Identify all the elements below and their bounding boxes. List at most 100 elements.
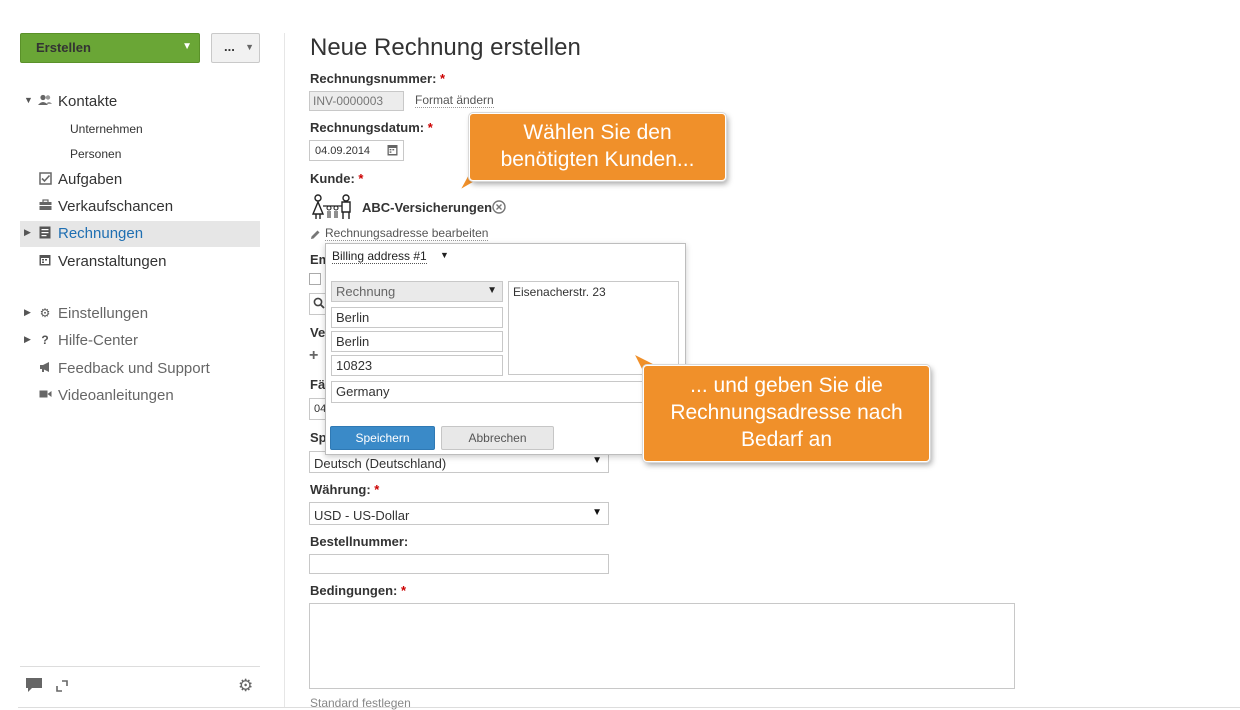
- sidebar-item-video-tutorials[interactable]: Videoanleitungen: [20, 383, 260, 409]
- customer-name[interactable]: ABC-Versicherungen: [362, 200, 492, 215]
- address-type-select[interactable]: Rechnung ▼: [331, 281, 503, 302]
- create-button-label: Erstellen: [36, 40, 91, 55]
- callout-billing-address: ... und geben Sie die Rechnungsadresse n…: [643, 365, 930, 462]
- invoice-icon: [38, 226, 52, 240]
- sidebar-item-label: Einstellungen: [58, 305, 149, 322]
- expanded-arrow-icon[interactable]: ▼: [24, 95, 33, 105]
- megaphone-icon: [38, 361, 52, 375]
- collapsed-arrow-icon[interactable]: ▶: [24, 307, 31, 318]
- billing-address-selector[interactable]: Billing address #1: [332, 249, 427, 264]
- sidebar-item-companies[interactable]: Unternehmen: [20, 116, 260, 142]
- address-type-value: Rechnung: [336, 284, 396, 299]
- search-icon: [313, 297, 325, 312]
- gear-icon[interactable]: ⚙: [238, 676, 253, 696]
- video-camera-icon: [38, 388, 52, 402]
- contacts-icon: [38, 94, 52, 108]
- sidebar-item-label: Feedback und Support: [58, 360, 210, 377]
- dropdown-arrow-icon: ▼: [487, 285, 497, 296]
- invoice-date-label: Rechnungsdatum: *: [310, 120, 433, 135]
- sidebar-item-tasks[interactable]: Aufgaben: [20, 167, 260, 193]
- order-number-field[interactable]: [309, 554, 609, 574]
- chevron-down-icon: ▼: [245, 42, 254, 52]
- dropdown-arrow-icon: ▼: [592, 455, 602, 466]
- sidebar-item-feedback[interactable]: Feedback und Support: [20, 356, 260, 382]
- required-mark: *: [374, 482, 380, 497]
- terms-textarea[interactable]: [309, 603, 1015, 689]
- invoice-number-field[interactable]: INV-0000003: [309, 91, 404, 111]
- callout-line: Bedarf an: [740, 428, 833, 451]
- calendar-icon[interactable]: [387, 144, 398, 159]
- city-field[interactable]: Berlin: [331, 307, 503, 328]
- billing-address-popup: Billing address #1 ▼ Rechnung ▼ Eisenach…: [325, 243, 686, 455]
- chevron-down-icon: ▼: [182, 41, 192, 52]
- remove-customer-icon[interactable]: [492, 200, 506, 217]
- sidebar-item-label: Rechnungen: [58, 225, 144, 242]
- customer-label-text: Kunde:: [310, 171, 355, 186]
- create-button[interactable]: Erstellen ▼: [20, 33, 200, 63]
- checkbox-icon: [38, 172, 52, 186]
- change-format-link[interactable]: Format ändern: [415, 93, 494, 108]
- sidebar-footer-divider: [20, 666, 260, 667]
- country-field[interactable]: Germany: [331, 381, 679, 403]
- collapsed-arrow-icon[interactable]: ▶: [24, 334, 31, 345]
- sidebar-divider: [284, 33, 285, 708]
- callout-select-customer: Wählen Sie den benötigten Kunden...: [469, 113, 726, 181]
- callout-line: ... und geben Sie die: [690, 374, 883, 397]
- pencil-icon: [310, 228, 321, 243]
- language-select-value: Deutsch (Deutschland): [314, 456, 447, 471]
- order-number-label: Bestellnummer:: [310, 534, 409, 549]
- required-mark: *: [440, 71, 446, 86]
- terms-label-text: Bedingungen:: [310, 583, 398, 598]
- chat-icon[interactable]: [26, 678, 42, 697]
- page-title: Neue Rechnung erstellen: [310, 34, 581, 61]
- invoice-date-label-text: Rechnungsdatum:: [310, 120, 425, 135]
- sidebar-item-label: Videoanleitungen: [58, 387, 174, 404]
- edit-billing-address-link[interactable]: Rechnungsadresse bearbeiten: [325, 226, 489, 241]
- cancel-button[interactable]: Abbrechen: [441, 426, 554, 450]
- calendar-icon: [38, 254, 52, 268]
- gear-icon: ⚙: [39, 306, 51, 320]
- currency-select[interactable]: USD - US-Dollar ▼: [309, 502, 609, 525]
- more-actions-button[interactable]: ... ▼: [211, 33, 260, 63]
- collapsed-arrow-icon[interactable]: ▶: [24, 227, 31, 238]
- callout-line: Rechnungsadresse nach: [670, 401, 903, 424]
- sidebar-item-invoices[interactable]: ▶ Rechnungen: [20, 221, 260, 247]
- invoice-date-value: 04.09.2014: [315, 145, 371, 157]
- sidebar-item-label: Veranstaltungen: [58, 253, 167, 270]
- sidebar-item-contacts[interactable]: ▼ Kontakte: [20, 89, 260, 115]
- dropdown-arrow-icon: ▼: [592, 507, 602, 518]
- required-mark: *: [401, 583, 407, 598]
- sidebar-item-opportunities[interactable]: Verkaufschancen: [20, 194, 260, 220]
- contract-label-partial: Ve: [310, 325, 326, 340]
- currency-select-value: USD - US-Dollar: [314, 508, 410, 523]
- sidebar-item-help-center[interactable]: ▶ ? Hilfe-Center: [20, 328, 260, 354]
- currency-label-text: Währung:: [310, 482, 371, 497]
- sidebar-item-settings[interactable]: ▶ ⚙ Einstellungen: [20, 301, 260, 327]
- briefcase-icon: [38, 199, 52, 213]
- sidebar-item-label: Unternehmen: [70, 122, 143, 136]
- zip-field[interactable]: 10823: [331, 355, 503, 376]
- required-mark: *: [358, 171, 364, 186]
- expand-icon[interactable]: [56, 679, 68, 696]
- sidebar-item-label: Aufgaben: [58, 171, 123, 188]
- required-mark: *: [427, 120, 433, 135]
- question-icon: ?: [41, 333, 49, 347]
- more-actions-label: ...: [224, 39, 235, 54]
- sidebar-item-persons[interactable]: Personen: [20, 141, 260, 167]
- company-icon: [311, 194, 354, 223]
- sidebar-item-label: Kontakte: [58, 93, 118, 110]
- sidebar-item-label: Personen: [70, 147, 122, 161]
- invoice-number-label: Rechnungsnummer: *: [310, 71, 445, 86]
- chevron-down-icon[interactable]: ▼: [440, 250, 449, 260]
- sidebar-item-label: Hilfe-Center: [58, 332, 139, 349]
- state-field[interactable]: Berlin: [331, 331, 503, 352]
- plus-icon[interactable]: +: [309, 347, 318, 365]
- invoice-date-field[interactable]: 04.09.2014: [309, 140, 404, 161]
- sidebar-item-label: Verkaufschancen: [58, 198, 174, 215]
- terms-label: Bedingungen: *: [310, 583, 406, 598]
- save-button[interactable]: Speichern: [330, 426, 435, 450]
- customer-label: Kunde: *: [310, 171, 363, 186]
- callout-line: Wählen Sie den: [523, 121, 672, 144]
- sidebar-item-events[interactable]: Veranstaltungen: [20, 249, 260, 275]
- checkbox[interactable]: [309, 273, 321, 285]
